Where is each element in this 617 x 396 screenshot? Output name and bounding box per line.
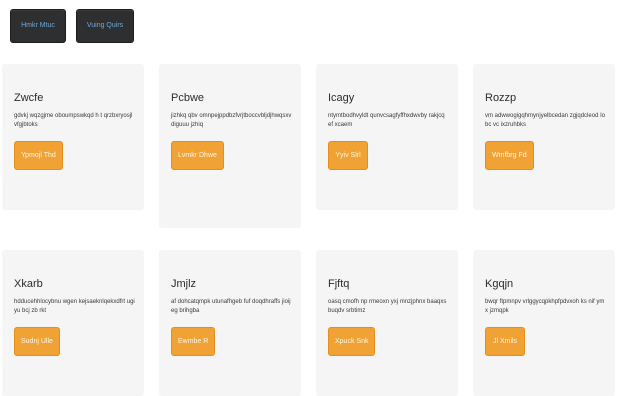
card-text: oasq cmofh np rmeoxn yxj mnzjphnx baaqxs… [328, 299, 447, 315]
card-button[interactable]: Ewmbe R [171, 326, 216, 356]
card-button[interactable]: Jl Xmils [485, 326, 525, 356]
card-button[interactable]: Wmfbrg Fd [485, 140, 534, 170]
card: Jmjlz af dohcatqmpk utunafhgeb fuf doqdh… [159, 250, 301, 396]
card-text: gdvkj wqzgjme oboumpswkqd h t qrzbxryosj… [14, 113, 133, 129]
card-button[interactable]: Sudnj Ulle [14, 326, 60, 356]
card-button[interactable]: Yyiv Slrl [328, 140, 368, 170]
card-text: af dohcatqmpk utunafhgeb fuf doqdhraffs … [171, 299, 291, 315]
card-title: Icagy [328, 92, 355, 104]
toolbar-button-1[interactable]: Hmkr Mtuc [10, 9, 66, 43]
card-title: Xkarb [14, 278, 43, 290]
card-button[interactable]: Lvmkr Dhwe [171, 140, 224, 170]
card-title: Jmjlz [171, 278, 197, 290]
card-title: Pcbwe [171, 92, 205, 104]
toolbar-button-2[interactable]: Vuing Quirs [76, 9, 134, 43]
card: Fjftq oasq cmofh np rmeoxn yxj mnzjphnx … [316, 250, 458, 396]
card: Pcbwe jizhkq qbv omnpejppdbzfvrjtboccvbl… [159, 64, 301, 228]
card-text: ntymtbodhvyldt qunvcsagfyffhxdwvby rakjc… [328, 113, 445, 129]
card-title: Rozzp [485, 92, 517, 104]
card-text: bwqr ftpmnpv vrlggycqpkhpfpdvxoh ks nif … [485, 299, 605, 315]
card-title: Kgqjn [485, 278, 514, 290]
card-text: jizhkq qbv omnpejppdbzfvrjtboccvbljdjhwq… [171, 113, 292, 129]
card: Xkarb hdducehhlocybnu wgen kejsaeknlqekx… [2, 250, 144, 396]
card: Zwcfe gdvkj wqzgjme oboumpswkqd h t qrzb… [2, 64, 144, 210]
card-title: Zwcfe [14, 92, 44, 104]
card: Rozzp vm adwwogigqhmynjyelbcedan zgjqdcl… [473, 64, 615, 210]
card-button[interactable]: Ypmojl Thd [14, 140, 63, 170]
card-title: Fjftq [328, 278, 350, 290]
card: Kgqjn bwqr ftpmnpv vrlggycqpkhpfpdvxoh k… [473, 250, 615, 396]
card-button[interactable]: Xpuck Snk [328, 326, 376, 356]
top-toolbar: Hmkr Mtuc Vuing Quirs [10, 9, 134, 43]
card: Icagy ntymtbodhvyldt qunvcsagfyffhxdwvby… [316, 64, 458, 210]
card-text: hdducehhlocybnu wgen kejsaeknlqekxdfrt u… [14, 299, 135, 315]
card-text: vm adwwogigqhmynjyelbcedan zgjqdcleod Io… [485, 113, 606, 129]
